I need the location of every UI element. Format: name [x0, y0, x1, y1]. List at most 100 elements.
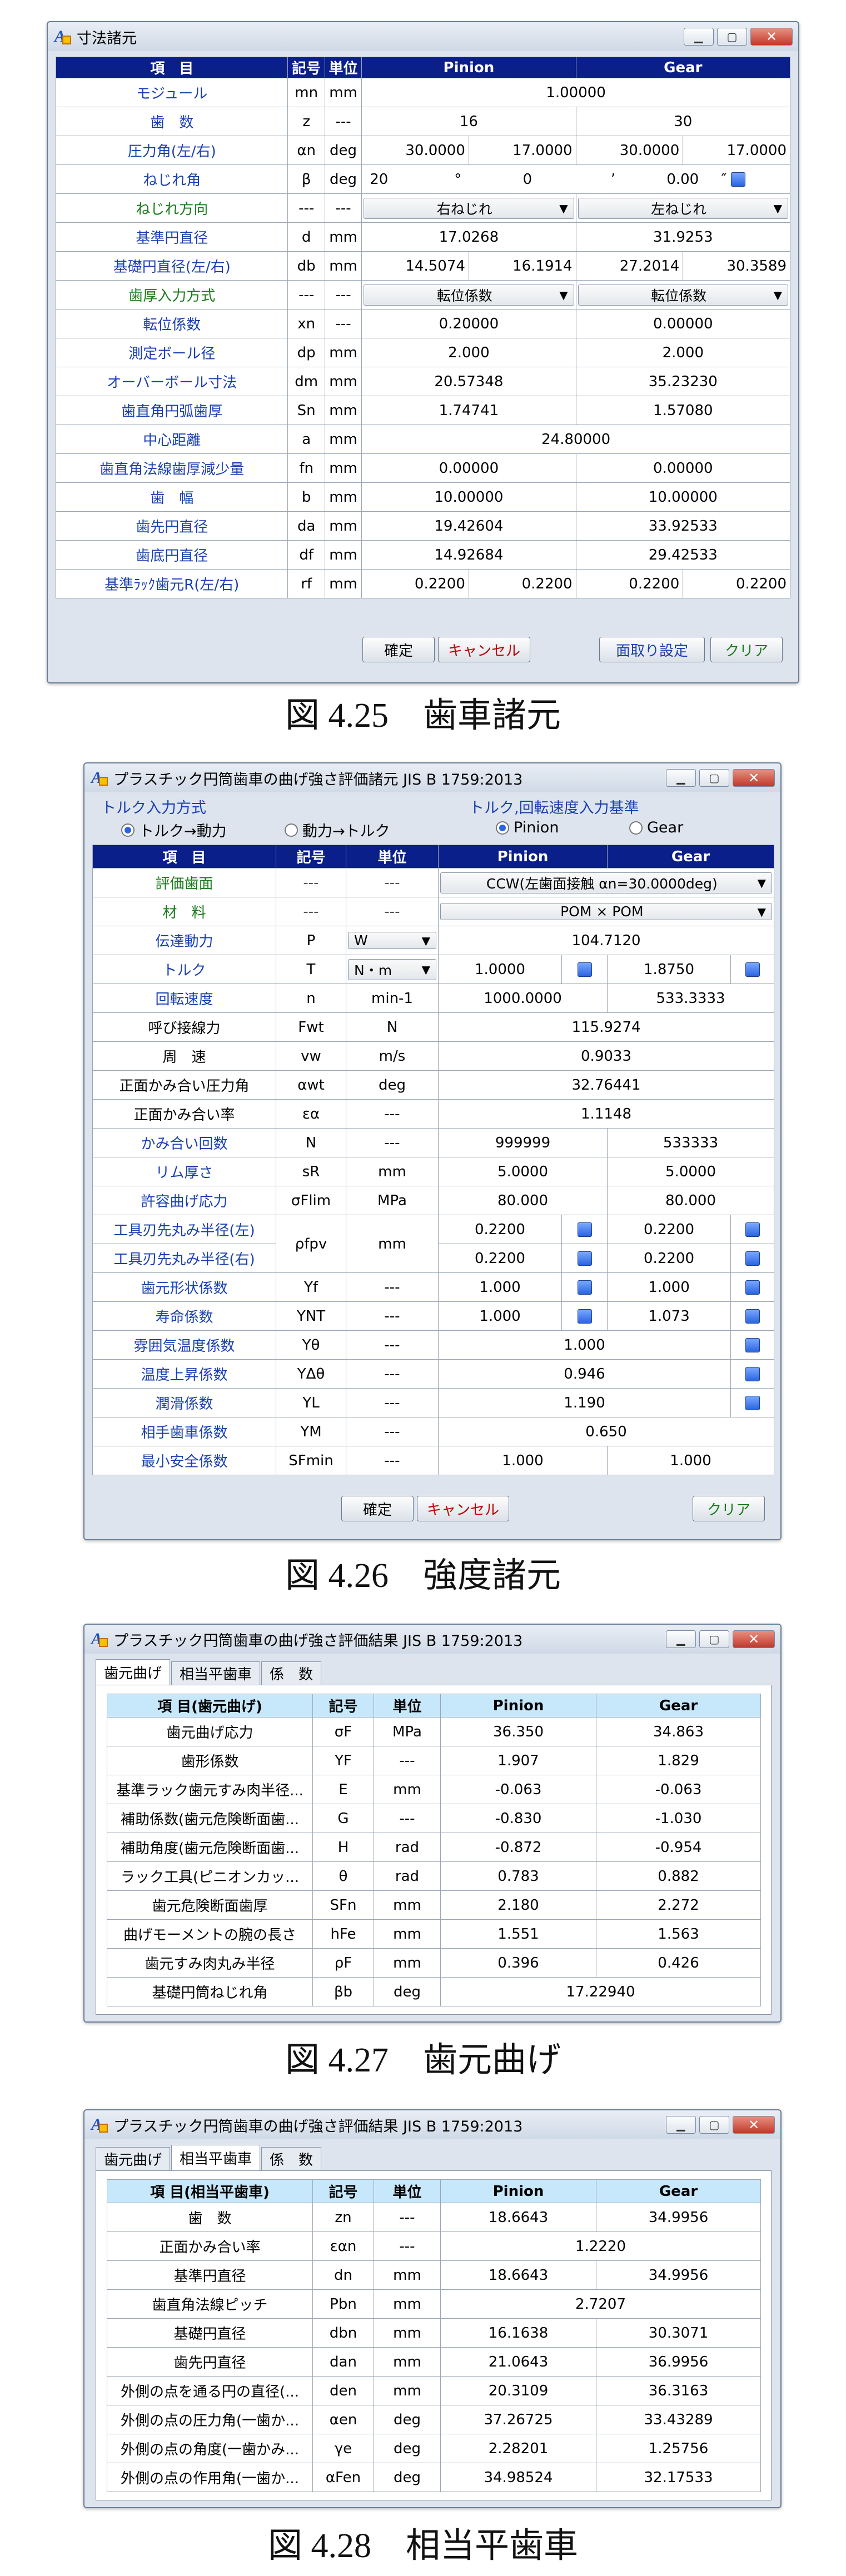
value-gear[interactable]: 80.000 [607, 1186, 775, 1215]
pinion-dropdown[interactable]: 右ねじれ ▼ [361, 193, 576, 223]
value-both[interactable]: 24.80000 [361, 425, 790, 454]
value-both[interactable]: 0.946 [437, 1359, 731, 1389]
minimize-icon[interactable]: ▁ [666, 2116, 696, 2134]
tab-coefficients[interactable]: 係 数 [261, 1661, 322, 1685]
value-pinion[interactable]: 1.74741 [361, 396, 576, 425]
value-both[interactable]: 1.000 [437, 1330, 731, 1360]
options-icon[interactable] [745, 1396, 760, 1410]
value-gear[interactable]: 0.2200 [607, 1215, 731, 1244]
value-pinion[interactable]: 10.00000 [361, 482, 576, 512]
dropdown[interactable]: POM × POM ▼ [440, 903, 773, 920]
value-g2[interactable]: 17.0000 [683, 136, 790, 165]
value-pinion[interactable]: 0.20000 [361, 309, 576, 338]
confirm-button[interactable]: 確定 [341, 1496, 414, 1521]
options-icon[interactable] [745, 962, 760, 977]
tab-equivalent-spur-gear[interactable]: 相当平歯車 [171, 1661, 261, 1685]
clear-button[interactable]: クリア [693, 1496, 765, 1521]
value-pinion[interactable]: 0.2200 [438, 1215, 562, 1244]
value-pinion[interactable]: 20.57348 [361, 367, 576, 396]
value-pinion[interactable]: 999999 [437, 1128, 608, 1157]
close-icon[interactable]: ✕ [733, 769, 775, 787]
value-gear[interactable]: 29.42533 [575, 540, 791, 570]
helix-angle-input[interactable]: 20 ° 0 ’ 0.00 ″ [361, 164, 790, 194]
value-gear[interactable]: 0.00000 [575, 453, 791, 483]
value-gear[interactable]: 0.00000 [575, 309, 791, 338]
value-both[interactable]: 1.190 [437, 1388, 731, 1417]
tab-root-bending[interactable]: 歯元曲げ [96, 2147, 171, 2170]
dropdown[interactable]: CCW(左歯面接触 αn=30.0000deg) ▼ [440, 872, 773, 893]
value-p1[interactable]: 14.5074 [361, 251, 469, 281]
unit-dropdown[interactable]: W ▼ [346, 926, 439, 955]
close-icon[interactable]: ✕ [733, 1630, 775, 1648]
options-icon[interactable] [577, 1251, 592, 1266]
cancel-button[interactable]: キャンセル [438, 637, 530, 662]
value-both[interactable]: 0.650 [437, 1417, 775, 1446]
value-gear[interactable]: 0.2200 [607, 1244, 731, 1273]
value-gear[interactable]: 1.57080 [575, 396, 791, 425]
dropdown[interactable]: 転位係数 ▼ [364, 284, 574, 306]
value-g2[interactable]: 30.3589 [683, 251, 790, 281]
options-icon-cell[interactable] [730, 1301, 775, 1331]
radio-torque-to-power[interactable]: トルク→動力 [121, 819, 227, 841]
value-pinion[interactable]: 0.2200 [438, 1244, 562, 1273]
value-pinion[interactable]: 14.92684 [361, 540, 576, 570]
title-bar[interactable]: A プラスチック円筒歯車の曲げ強さ評価諸元 JIS B 1759:2013 ▁ … [84, 763, 780, 792]
gear-dropdown[interactable]: 左ねじれ ▼ [575, 193, 791, 223]
title-bar[interactable]: A プラスチック円筒歯車の曲げ強さ評価結果 JIS B 1759:2013 ▁ … [84, 2110, 780, 2139]
value-p2[interactable]: 16.1914 [468, 251, 576, 281]
confirm-button[interactable]: 確定 [362, 637, 435, 662]
value-p2[interactable]: 0.2200 [468, 569, 576, 598]
options-icon[interactable] [745, 1309, 760, 1324]
options-icon[interactable] [577, 1309, 592, 1324]
value-gear[interactable]: 533333 [607, 1128, 775, 1157]
radio-pinion[interactable]: Pinion [496, 819, 559, 836]
value-g1[interactable]: 0.2200 [575, 569, 684, 598]
value-gear[interactable]: 31.9253 [575, 222, 791, 252]
minimize-icon[interactable]: ▁ [666, 1630, 696, 1648]
options-icon-cell[interactable] [730, 1272, 775, 1302]
value-gear[interactable]: 33.92533 [575, 511, 791, 541]
options-icon-cell[interactable] [561, 955, 608, 984]
tab-root-bending[interactable]: 歯元曲げ [96, 1659, 171, 1685]
dropdown[interactable]: W ▼ [348, 932, 436, 949]
maximize-icon[interactable]: ▢ [699, 769, 729, 787]
value-gear[interactable]: 1.8750 [607, 955, 731, 984]
helix-second-field[interactable]: 0.00 [615, 171, 699, 188]
value-gear[interactable]: 5.0000 [607, 1157, 775, 1186]
unit-dropdown[interactable]: N・m ▼ [346, 955, 439, 984]
options-icon-cell[interactable] [561, 1301, 608, 1331]
value-pinion[interactable]: 1.000 [438, 1301, 562, 1331]
radio-gear[interactable]: Gear [629, 819, 683, 836]
options-icon[interactable] [577, 1222, 592, 1237]
maximize-icon[interactable]: ▢ [699, 2116, 729, 2134]
tab-equivalent-spur-gear[interactable]: 相当平歯車 [171, 2145, 261, 2170]
title-bar[interactable]: A プラスチック円筒歯車の曲げ強さ評価結果 JIS B 1759:2013 ▁ … [84, 1625, 780, 1654]
value-p2[interactable]: 17.0000 [468, 136, 576, 165]
value-pinion[interactable]: 80.000 [437, 1186, 608, 1215]
cancel-button[interactable]: キャンセル [417, 1496, 509, 1521]
value-both[interactable]: 0.9033 [437, 1041, 775, 1071]
value-gear[interactable]: 1.000 [607, 1272, 731, 1302]
value-pinion[interactable]: 2.000 [361, 338, 576, 367]
radio-power-to-torque[interactable]: 動力→トルク [285, 819, 390, 841]
value-both[interactable]: 1.1148 [437, 1099, 775, 1129]
options-icon-cell[interactable] [561, 1272, 608, 1302]
helix-degree-field[interactable]: 20 [365, 171, 454, 188]
value-p1[interactable]: 30.0000 [361, 136, 469, 165]
value-dropdown[interactable]: CCW(左歯面接触 αn=30.0000deg) ▼ [437, 868, 775, 897]
options-icon[interactable] [745, 1338, 760, 1352]
value-pinion[interactable]: 17.0268 [361, 222, 576, 252]
maximize-icon[interactable]: ▢ [717, 28, 747, 46]
options-icon[interactable] [577, 962, 592, 977]
options-icon[interactable] [745, 1222, 760, 1237]
options-icon-cell[interactable] [730, 955, 775, 984]
options-icon[interactable] [745, 1251, 760, 1266]
maximize-icon[interactable]: ▢ [699, 1630, 729, 1648]
value-both[interactable]: 104.7120 [437, 926, 775, 955]
tab-coefficients[interactable]: 係 数 [261, 2147, 322, 2170]
dropdown[interactable]: 左ねじれ ▼ [578, 197, 788, 219]
value-both[interactable]: 1.00000 [361, 78, 790, 107]
value-dropdown[interactable]: POM × POM ▼ [437, 897, 775, 926]
chamfer-settings-button[interactable]: 面取り設定 [599, 637, 705, 662]
options-icon-cell[interactable] [561, 1244, 608, 1273]
